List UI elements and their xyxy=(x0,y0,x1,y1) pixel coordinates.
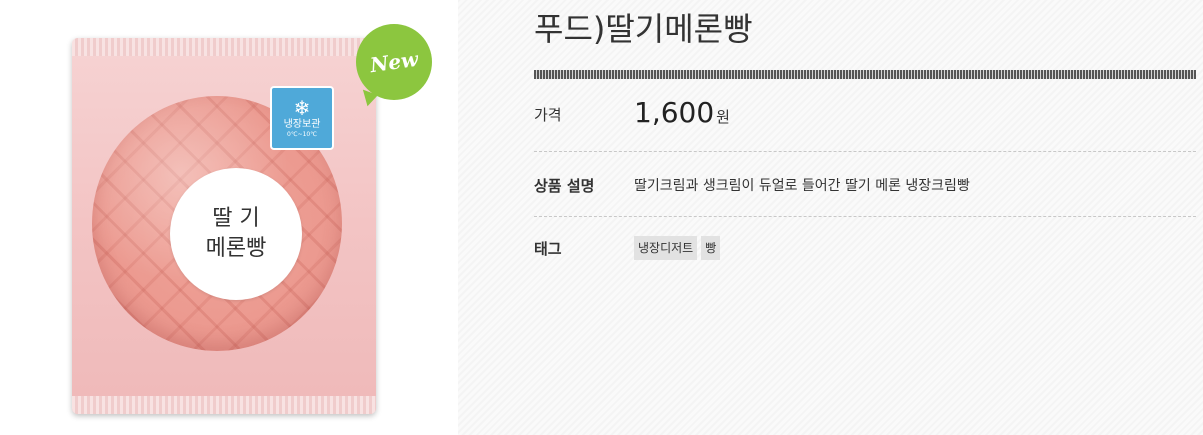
product-info-panel: 푸드)딸기메론빵 가격 1,600 원 상품 설명 딸기크림과 생크림이 듀얼로 … xyxy=(458,0,1203,435)
refrigerated-text: 냉장보관 xyxy=(283,119,321,130)
refrigerated-temp: 0℃~10℃ xyxy=(287,131,317,138)
label-line-2: 메론빵 xyxy=(205,236,267,261)
product-title: 푸드)딸기메론빵 xyxy=(534,10,753,48)
tag-chip[interactable]: 빵 xyxy=(701,236,721,260)
refrigerated-badge: ❄ 냉장보관 0℃~10℃ xyxy=(270,86,334,150)
product-image-area: 딸 기 메론빵 ❄ 냉장보관 0℃~10℃ New xyxy=(0,0,458,435)
row-divider xyxy=(534,151,1196,152)
product-label-circle: 딸 기 메론빵 xyxy=(170,168,302,300)
price-unit: 원 xyxy=(716,108,730,126)
price-row: 가격 1,600 원 xyxy=(534,92,1196,152)
tags-row: 태그 냉장디저트 빵 xyxy=(534,236,1196,266)
snowflake-icon: ❄ xyxy=(293,96,311,120)
new-badge-text: New xyxy=(368,46,420,78)
product-package-image: 딸 기 메론빵 ❄ 냉장보관 0℃~10℃ xyxy=(72,38,376,414)
price-label: 가격 xyxy=(534,106,562,124)
title-divider xyxy=(534,70,1196,79)
label-line-1: 딸 기 xyxy=(212,206,260,231)
description-text: 딸기크림과 생크림이 듀얼로 들어간 딸기 메론 냉장크림빵 xyxy=(634,178,970,194)
price-value: 1,600 xyxy=(634,96,715,129)
price-value-wrap: 1,600 원 xyxy=(634,96,730,129)
new-badge: New xyxy=(356,24,432,100)
description-row: 상품 설명 딸기크림과 생크림이 듀얼로 들어간 딸기 메론 냉장크림빵 xyxy=(534,173,1196,203)
tags-label: 태그 xyxy=(534,240,562,258)
description-label: 상품 설명 xyxy=(534,177,595,195)
tag-list: 냉장디저트 빵 xyxy=(634,236,721,260)
tag-chip[interactable]: 냉장디저트 xyxy=(634,236,698,260)
row-divider xyxy=(534,216,1196,217)
